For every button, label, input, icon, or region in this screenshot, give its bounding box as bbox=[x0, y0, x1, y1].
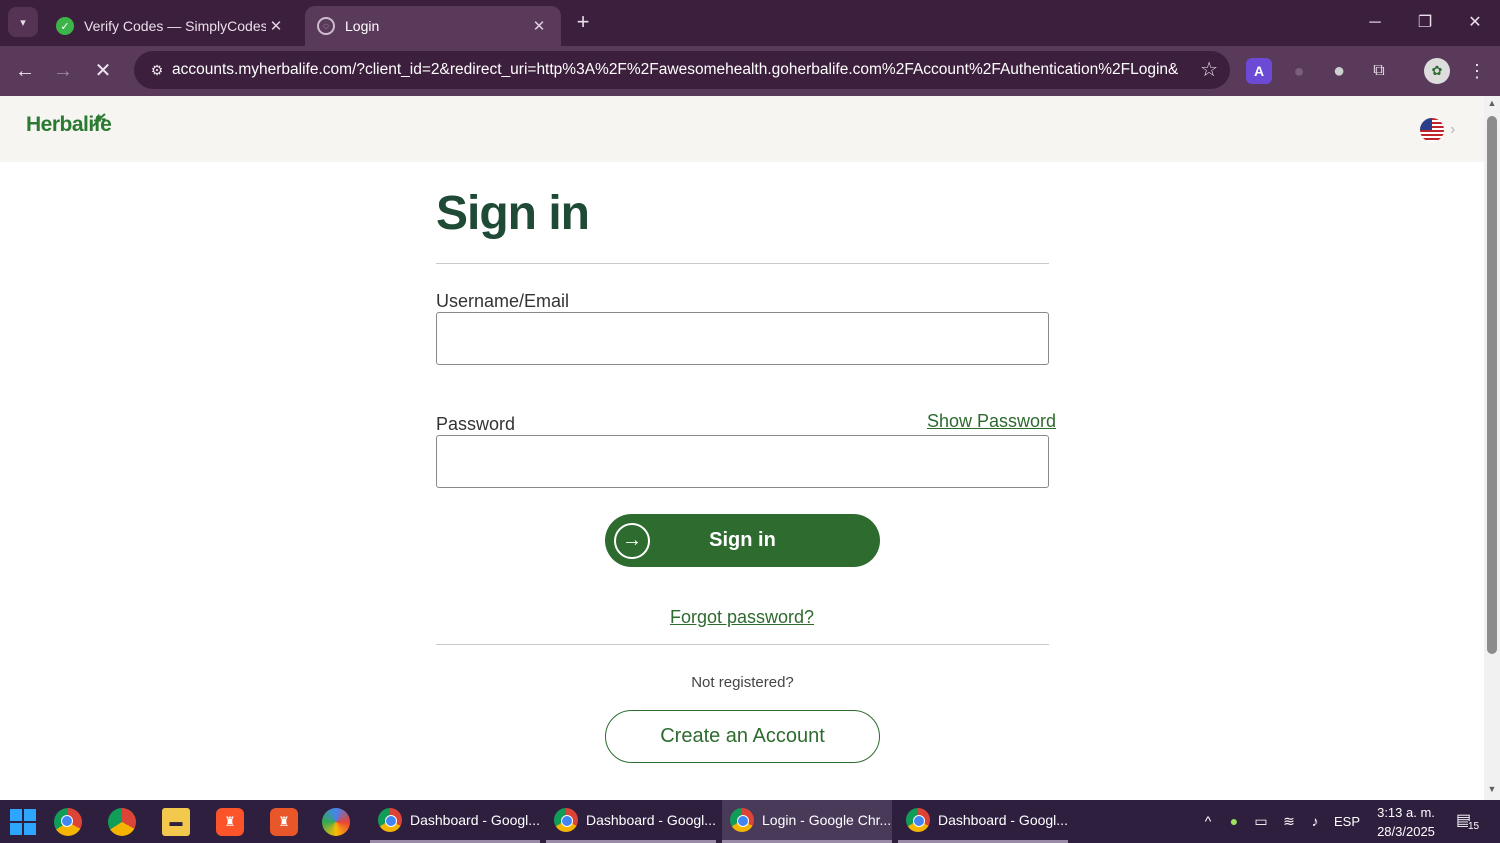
not-registered-text: Not registered? bbox=[691, 674, 794, 691]
battery-icon[interactable]: ▭ bbox=[1248, 800, 1274, 843]
brave-beta-icon[interactable]: ♜ bbox=[270, 808, 298, 836]
tab-simplycodes[interactable]: ✓ Verify Codes — SimplyCodes ✕ bbox=[44, 6, 298, 46]
extension-circle-icon[interactable]: ● bbox=[1326, 58, 1352, 84]
tab-title: Verify Codes — SimplyCodes bbox=[84, 18, 266, 34]
close-icon[interactable]: ✕ bbox=[529, 17, 549, 35]
sign-in-button[interactable]: → Sign in bbox=[605, 514, 880, 567]
chevron-right-icon[interactable]: › bbox=[1450, 118, 1455, 142]
taskbar-task[interactable]: Dashboard - Googl... bbox=[546, 800, 716, 843]
divider bbox=[436, 644, 1049, 645]
windows-start-icon[interactable] bbox=[10, 809, 36, 835]
page-viewport: Herbalife › Sign in Username/Email Passw… bbox=[0, 96, 1484, 800]
chromium-icon[interactable] bbox=[322, 808, 350, 836]
language-indicator[interactable]: ESP bbox=[1330, 800, 1364, 843]
forgot-password-link[interactable]: Forgot password? bbox=[670, 607, 814, 627]
extensions-puzzle-icon[interactable]: ⧉ bbox=[1366, 58, 1392, 84]
taskbar-task-title: Dashboard - Googl... bbox=[410, 812, 540, 828]
arrow-right-icon: → bbox=[53, 60, 73, 82]
volume-icon[interactable]: ♪ bbox=[1302, 800, 1328, 843]
taskbar-task-title: Dashboard - Googl... bbox=[938, 812, 1068, 828]
tab-search-button[interactable]: ▾ bbox=[8, 7, 38, 37]
stop-button[interactable]: ✕ bbox=[88, 56, 118, 86]
tab-login[interactable]: ◌ Login ✕ bbox=[305, 6, 561, 46]
chrome-icon bbox=[730, 808, 754, 832]
brave-icon[interactable]: ♜ bbox=[216, 808, 244, 836]
avatar[interactable]: ✿ bbox=[1424, 58, 1450, 84]
password-field[interactable] bbox=[436, 435, 1049, 488]
divider bbox=[436, 263, 1049, 264]
chrome-icon bbox=[378, 808, 402, 832]
loading-icon: ◌ bbox=[317, 17, 335, 35]
bookmark-star-icon[interactable]: ☆ bbox=[1200, 56, 1218, 84]
tab-strip: ▾ ✓ Verify Codes — SimplyCodes ✕ ◌ Login… bbox=[0, 0, 1500, 46]
url-text[interactable]: accounts.myherbalife.com/?client_id=2&re… bbox=[172, 61, 1178, 79]
page-title: Sign in bbox=[436, 187, 590, 240]
forward-button[interactable]: → bbox=[48, 56, 78, 86]
us-flag-icon[interactable] bbox=[1420, 118, 1444, 142]
password-label: Password bbox=[436, 414, 516, 434]
taskbar-task-title: Login - Google Chr... bbox=[762, 812, 892, 828]
minimize-button[interactable]: ─ bbox=[1352, 8, 1398, 38]
clock-date: 28/3/2025 bbox=[1377, 824, 1435, 839]
tray-app-icon[interactable]: ● bbox=[1222, 800, 1246, 843]
close-icon: ✕ bbox=[94, 60, 112, 82]
chrome-icon bbox=[554, 808, 578, 832]
scrollbar-thumb[interactable] bbox=[1487, 116, 1497, 654]
clock[interactable]: 3:13 a. m. 28/3/2025 bbox=[1366, 803, 1446, 841]
new-tab-button[interactable]: + bbox=[570, 8, 596, 36]
forgot-password-row: Forgot password? bbox=[0, 607, 1484, 628]
restore-button[interactable]: ❐ bbox=[1402, 8, 1448, 38]
menu-kebab-icon[interactable]: ⋮ bbox=[1464, 58, 1490, 84]
leaf-icon bbox=[92, 113, 106, 127]
extension-icon[interactable]: ● bbox=[1286, 58, 1312, 84]
arrow-left-icon: ← bbox=[15, 60, 35, 82]
notification-count: 15 bbox=[1468, 821, 1480, 832]
sign-in-button-label: Sign in bbox=[709, 529, 776, 551]
taskbar-task[interactable]: Dashboard - Googl... bbox=[370, 800, 540, 843]
chevron-down-icon: ▾ bbox=[20, 16, 26, 29]
taskbar-task-active[interactable]: Login - Google Chr... bbox=[722, 800, 892, 843]
tab-title: Login bbox=[345, 18, 380, 34]
simplycodes-icon: ✓ bbox=[56, 17, 74, 35]
taskbar-task[interactable]: Dashboard - Googl... bbox=[898, 800, 1068, 843]
site-header: Herbalife › bbox=[0, 96, 1484, 162]
chrome-profile-icon[interactable] bbox=[108, 808, 136, 836]
wifi-icon[interactable]: ≋ bbox=[1276, 800, 1302, 843]
close-window-button[interactable]: ✕ bbox=[1452, 8, 1498, 38]
address-bar[interactable]: ⚙ accounts.myherbalife.com/?client_id=2&… bbox=[134, 51, 1230, 89]
chrome-icon bbox=[906, 808, 930, 832]
username-field[interactable] bbox=[436, 312, 1049, 365]
scroll-down-arrow-icon[interactable]: ▼ bbox=[1486, 784, 1498, 794]
username-label: Username/Email bbox=[436, 291, 570, 311]
notification-center-icon[interactable]: ▤ 15 bbox=[1456, 810, 1482, 832]
close-icon[interactable]: ✕ bbox=[266, 17, 286, 35]
scroll-up-arrow-icon[interactable]: ▲ bbox=[1486, 98, 1498, 108]
profile-a-extension[interactable]: A bbox=[1246, 58, 1272, 84]
taskbar: ▬ ♜ ♜ Dashboard - Googl... Dashboard - G… bbox=[0, 800, 1500, 843]
tray-chevron-up-icon[interactable]: ^ bbox=[1196, 800, 1220, 843]
show-password-link[interactable]: Show Password bbox=[927, 411, 1056, 432]
file-explorer-icon[interactable]: ▬ bbox=[162, 808, 190, 836]
browser-toolbar: ← → ✕ ⚙ accounts.myherbalife.com/?client… bbox=[0, 46, 1500, 96]
clock-time: 3:13 a. m. bbox=[1377, 805, 1435, 820]
chrome-icon[interactable] bbox=[54, 808, 82, 836]
create-account-button[interactable]: Create an Account bbox=[605, 710, 880, 763]
back-button[interactable]: ← bbox=[10, 56, 40, 86]
site-settings-icon[interactable]: ⚙ bbox=[142, 55, 172, 85]
taskbar-task-title: Dashboard - Googl... bbox=[586, 812, 716, 828]
